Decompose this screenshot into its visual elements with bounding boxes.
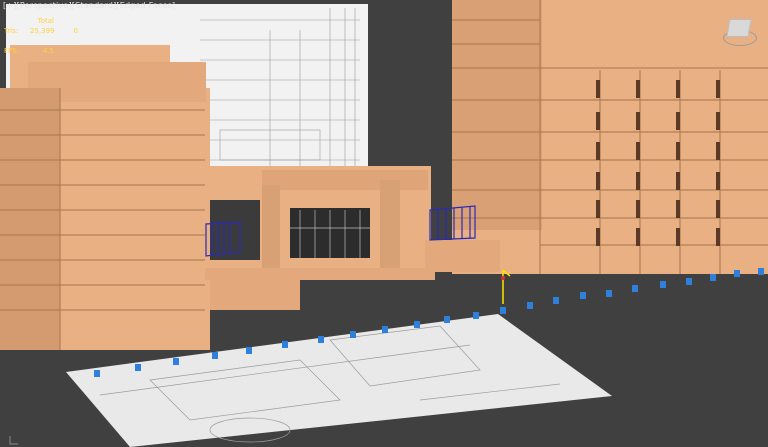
transform-gizmo-icon: [501, 269, 511, 304]
viewcube-icon[interactable]: [722, 16, 757, 46]
stats-tris-label: Tris:: [4, 27, 19, 35]
stats-fps-row: FPS: 4.5: [4, 46, 78, 56]
viewport-shading-standard[interactable]: Standard: [75, 1, 113, 10]
left-building: [0, 45, 210, 350]
stats-fps-label: FPS:: [4, 47, 20, 55]
viewcube-face[interactable]: [726, 19, 752, 37]
stats-fps-value: 4.5: [42, 47, 54, 55]
label-bracket: ]: [171, 1, 176, 10]
stats-tris-selected: 0: [73, 27, 78, 35]
stats-header-row: Total: [4, 16, 78, 26]
scene-render[interactable]: [0, 0, 768, 447]
viewport-view-type[interactable]: Perspective: [20, 1, 69, 10]
perspective-viewport[interactable]: [+][Perspective][Standard][Edged Faces] …: [0, 0, 768, 447]
statistics-overlay: Total Tris: 25,399 0 FPS: 4.5: [4, 16, 78, 56]
right-tower: [452, 0, 768, 274]
viewport-label[interactable]: [+][Perspective][Standard][Edged Faces]: [3, 1, 175, 10]
viewport-shading-edged-faces[interactable]: Edged Faces: [120, 1, 172, 10]
stats-tris-row: Tris: 25,399 0: [4, 26, 78, 36]
stats-total-label: Total: [37, 17, 54, 25]
world-axis-icon: [9, 436, 18, 445]
stats-tris-total: 25,399: [30, 27, 55, 35]
